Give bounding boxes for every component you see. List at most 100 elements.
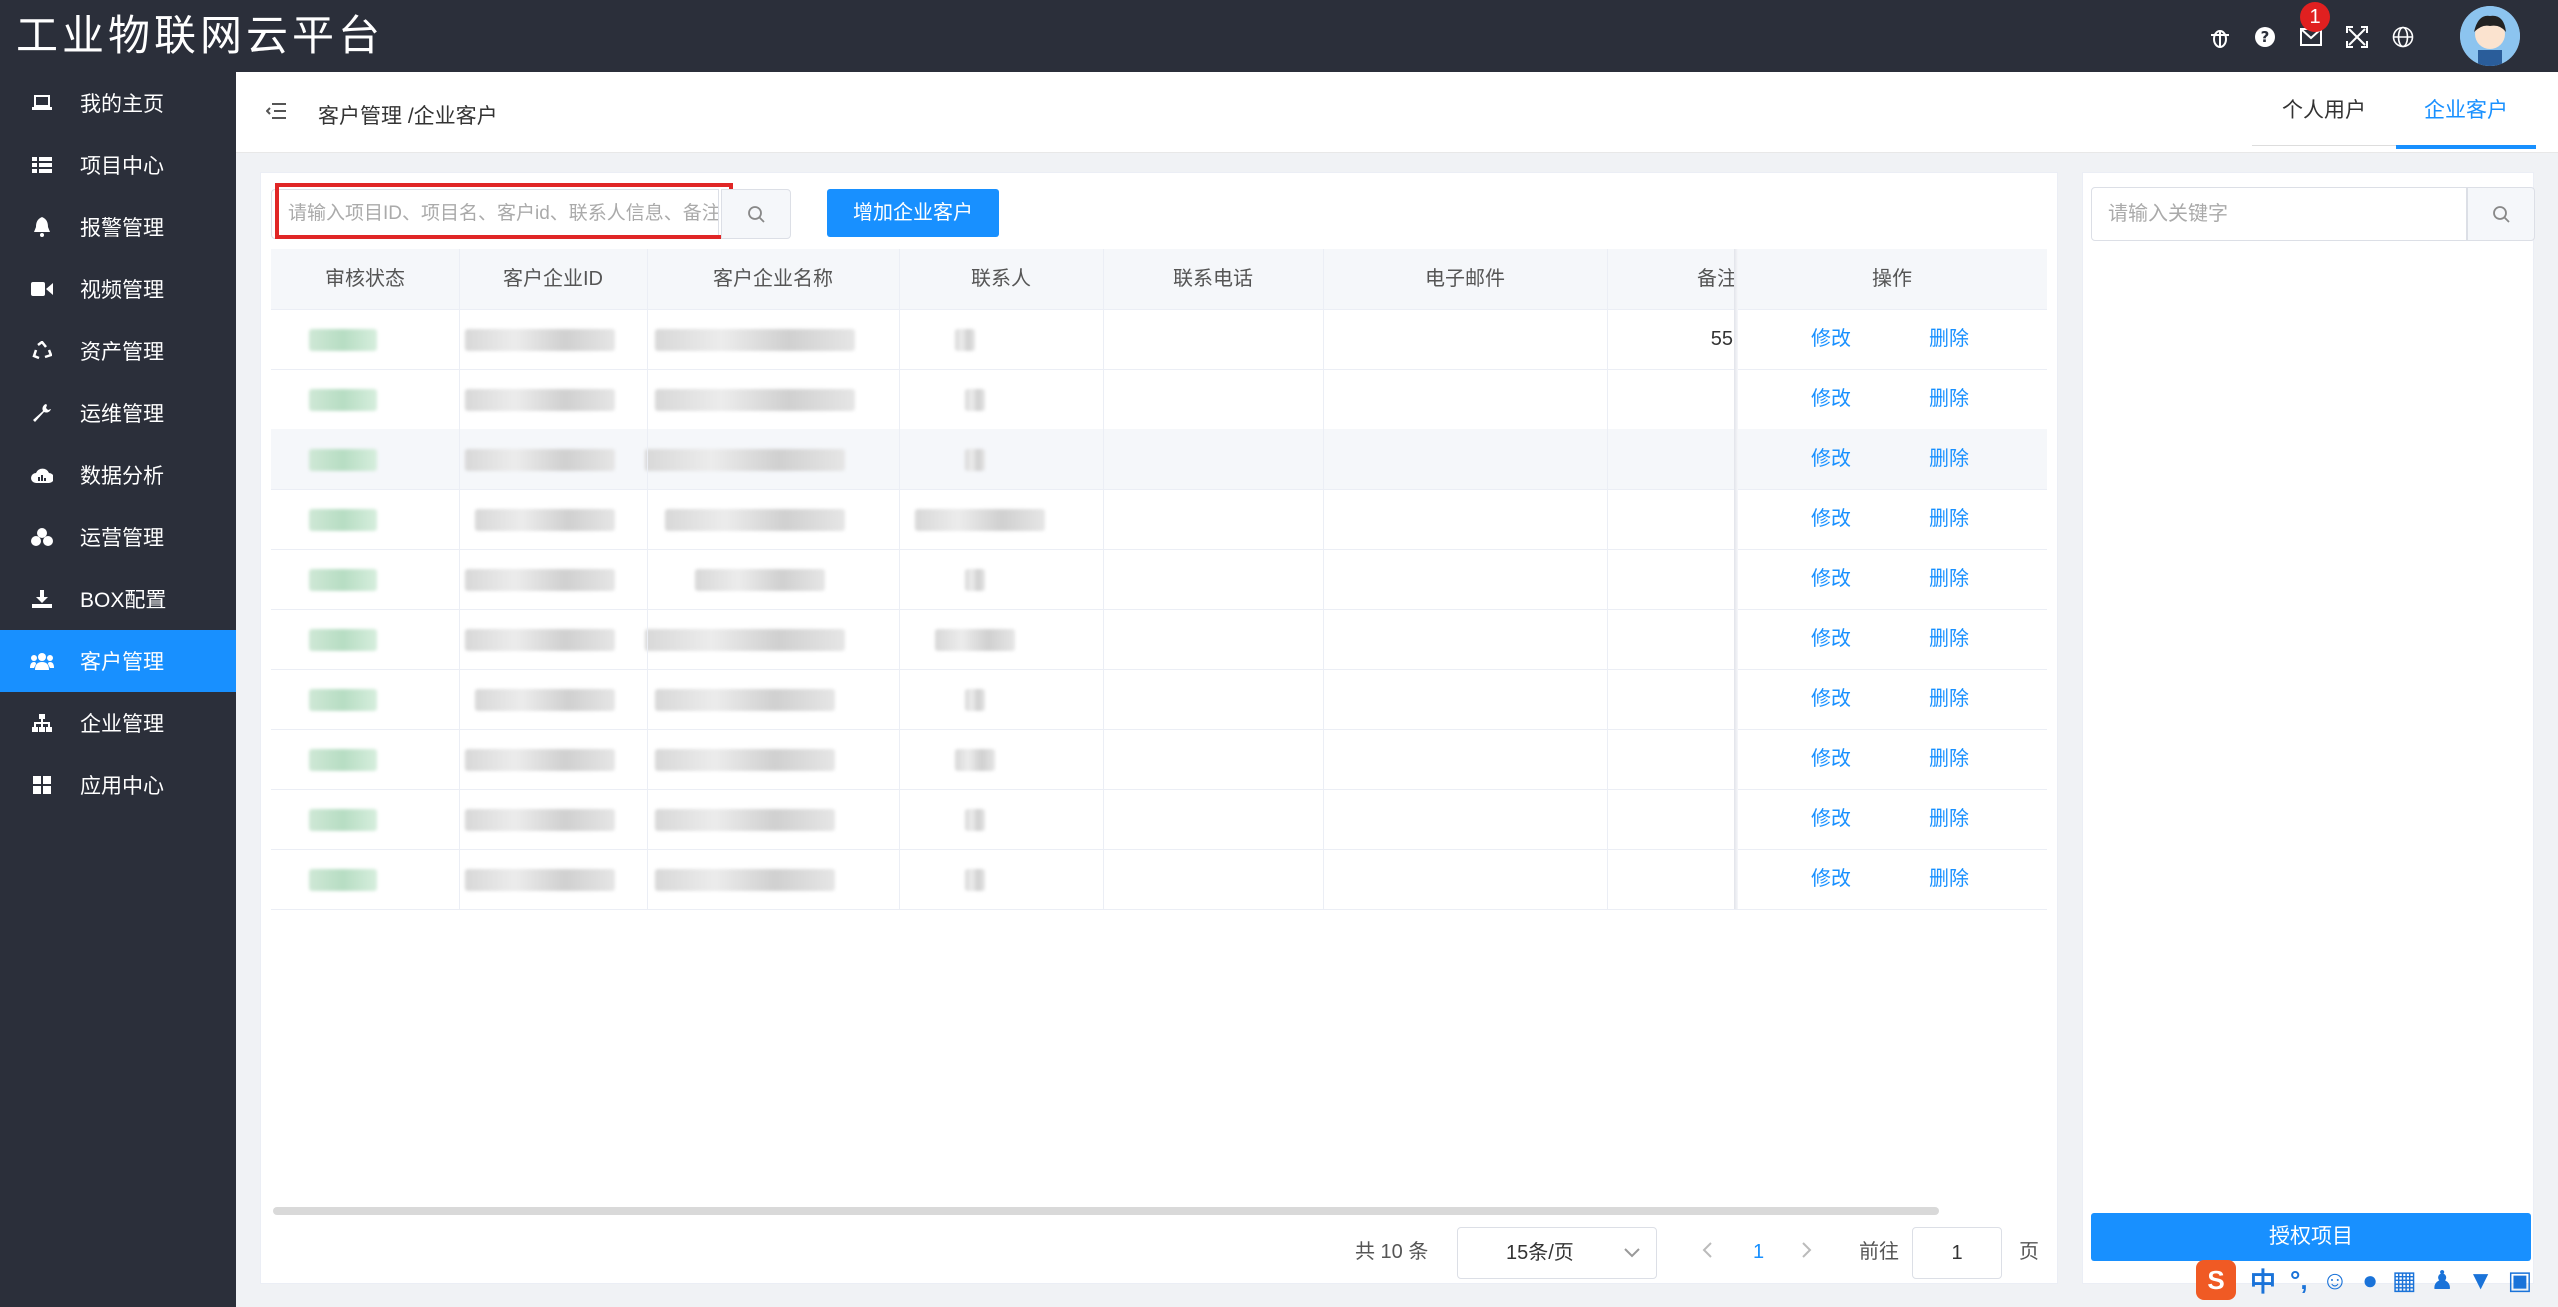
redacted-cell bbox=[655, 329, 855, 351]
sogou-logo-icon[interactable]: S bbox=[2196, 1260, 2236, 1300]
col-actions: 操作 bbox=[1872, 268, 1912, 290]
sidebar-item-label: 我的主页 bbox=[80, 93, 164, 116]
page-size-value: 15条/页 bbox=[1506, 1242, 1574, 1264]
goto-page-input[interactable]: 1 bbox=[1912, 1227, 2002, 1279]
remark-cell bbox=[1607, 489, 1733, 549]
add-enterprise-customer-button[interactable]: 增加企业客户 bbox=[827, 189, 999, 237]
redacted-cell bbox=[475, 509, 615, 531]
user-avatar[interactable] bbox=[2460, 6, 2520, 66]
delete-link[interactable]: 删除 bbox=[1929, 609, 1969, 669]
list-icon bbox=[24, 157, 60, 173]
next-page-icon[interactable] bbox=[1801, 1225, 1813, 1279]
search-button[interactable] bbox=[721, 189, 791, 239]
remark-cell bbox=[1607, 609, 1733, 669]
redacted-status bbox=[309, 689, 377, 711]
video-icon bbox=[24, 282, 60, 296]
microphone-icon[interactable]: ● bbox=[2362, 1265, 2378, 1296]
redacted-status bbox=[309, 629, 377, 651]
redacted-cell bbox=[655, 809, 835, 831]
fullscreen-icon[interactable] bbox=[2342, 22, 2372, 52]
prev-page-icon[interactable] bbox=[1701, 1225, 1713, 1279]
sidebar-item-home[interactable]: 我的主页 bbox=[0, 72, 236, 134]
redacted-cell bbox=[665, 509, 845, 531]
delete-link[interactable]: 删除 bbox=[1929, 849, 1969, 909]
globe-icon[interactable] bbox=[2388, 22, 2418, 52]
table-row: 修改 删除 bbox=[271, 609, 2047, 670]
table-row: 修改 删除 bbox=[271, 669, 2047, 730]
delete-link[interactable]: 删除 bbox=[1929, 369, 1969, 429]
punctuation-icon[interactable]: °, bbox=[2290, 1265, 2308, 1296]
cubes-icon bbox=[24, 528, 60, 546]
redacted-cell bbox=[965, 809, 985, 831]
sidebar-item-operations[interactable]: 运营管理 bbox=[0, 506, 236, 568]
edit-link[interactable]: 修改 bbox=[1811, 669, 1851, 729]
col-remark: 备注 bbox=[1697, 268, 1737, 290]
edit-link[interactable]: 修改 bbox=[1811, 849, 1851, 909]
users-icon bbox=[24, 652, 60, 670]
search-input[interactable]: 请输入项目ID、项目名、客户id、联系人信息、备注 bbox=[271, 189, 719, 239]
sidebar-item-video[interactable]: 视频管理 bbox=[0, 258, 236, 320]
redacted-cell bbox=[655, 869, 835, 891]
delete-link[interactable]: 删除 bbox=[1929, 309, 1969, 369]
horizontal-scrollbar[interactable] bbox=[273, 1207, 1939, 1215]
delete-link[interactable]: 删除 bbox=[1929, 429, 1969, 489]
ime-mode-label[interactable]: 中 bbox=[2250, 1262, 2276, 1299]
sidebar-item-label: 客户管理 bbox=[80, 651, 164, 674]
redacted-status bbox=[309, 569, 377, 591]
bug-icon[interactable] bbox=[2205, 22, 2235, 52]
redacted-cell bbox=[965, 689, 985, 711]
keyboard-icon[interactable]: ▦ bbox=[2392, 1265, 2417, 1296]
redacted-status bbox=[309, 869, 377, 891]
redacted-cell bbox=[655, 389, 855, 411]
sidebar-item-apps[interactable]: 应用中心 bbox=[0, 754, 236, 816]
page-number-current[interactable]: 1 bbox=[1753, 1225, 1764, 1279]
table-row: 修改 删除 bbox=[271, 489, 2047, 550]
col-phone: 联系电话 bbox=[1173, 268, 1253, 290]
chevron-down-icon bbox=[1624, 1248, 1640, 1258]
edit-link[interactable]: 修改 bbox=[1811, 429, 1851, 489]
delete-link[interactable]: 删除 bbox=[1929, 729, 1969, 789]
skin-icon[interactable]: ▼ bbox=[2468, 1265, 2494, 1296]
sidebar: 我的主页 项目中心 报警管理 视频管理 资产管理 运维管理 数据分析 运营管理 … bbox=[0, 72, 236, 1307]
bell-icon bbox=[24, 217, 60, 237]
sidebar-item-analytics[interactable]: 数据分析 bbox=[0, 444, 236, 506]
delete-link[interactable]: 删除 bbox=[1929, 549, 1969, 609]
keyword-search-button[interactable] bbox=[2467, 187, 2535, 241]
authorize-project-button[interactable]: 授权项目 bbox=[2091, 1213, 2531, 1261]
sidebar-item-box-config[interactable]: BOX配置 bbox=[0, 568, 236, 630]
help-icon[interactable]: ? bbox=[2250, 22, 2280, 52]
sidebar-item-label: 资产管理 bbox=[80, 341, 164, 364]
cloud-chart-icon bbox=[24, 467, 60, 483]
sidebar-item-customers[interactable]: 客户管理 bbox=[0, 630, 236, 692]
app-title: 工业物联网云平台 bbox=[16, 11, 385, 60]
page-size-select[interactable]: 15条/页 bbox=[1457, 1227, 1657, 1279]
remark-cell bbox=[1607, 789, 1733, 849]
redacted-cell bbox=[655, 749, 835, 771]
redacted-status bbox=[309, 509, 377, 531]
tab-personal-users[interactable]: 个人用户 bbox=[2282, 94, 2366, 124]
toolbox-icon[interactable]: ▣ bbox=[2508, 1265, 2533, 1296]
delete-link[interactable]: 删除 bbox=[1929, 489, 1969, 549]
edit-link[interactable]: 修改 bbox=[1811, 369, 1851, 429]
edit-link[interactable]: 修改 bbox=[1811, 729, 1851, 789]
edit-link[interactable]: 修改 bbox=[1811, 789, 1851, 849]
emoji-icon[interactable]: ☺ bbox=[2322, 1265, 2349, 1296]
column-separator bbox=[647, 249, 648, 909]
edit-link[interactable]: 修改 bbox=[1811, 489, 1851, 549]
grid-icon bbox=[24, 776, 60, 794]
sidebar-item-enterprise[interactable]: 企业管理 bbox=[0, 692, 236, 754]
sidebar-item-maintenance[interactable]: 运维管理 bbox=[0, 382, 236, 444]
keyword-input[interactable]: 请输入关键字 bbox=[2091, 187, 2467, 241]
sidebar-item-assets[interactable]: 资产管理 bbox=[0, 320, 236, 382]
sidebar-item-projects[interactable]: 项目中心 bbox=[0, 134, 236, 196]
edit-link[interactable]: 修改 bbox=[1811, 609, 1851, 669]
user-icon[interactable]: ♟ bbox=[2430, 1265, 2453, 1296]
delete-link[interactable]: 删除 bbox=[1929, 789, 1969, 849]
edit-link[interactable]: 修改 bbox=[1811, 309, 1851, 369]
download-icon bbox=[24, 590, 60, 608]
tab-enterprise-customers[interactable]: 企业客户 bbox=[2424, 94, 2508, 124]
menu-fold-icon[interactable] bbox=[265, 102, 286, 125]
sidebar-item-alarms[interactable]: 报警管理 bbox=[0, 196, 236, 258]
delete-link[interactable]: 删除 bbox=[1929, 669, 1969, 729]
edit-link[interactable]: 修改 bbox=[1811, 549, 1851, 609]
